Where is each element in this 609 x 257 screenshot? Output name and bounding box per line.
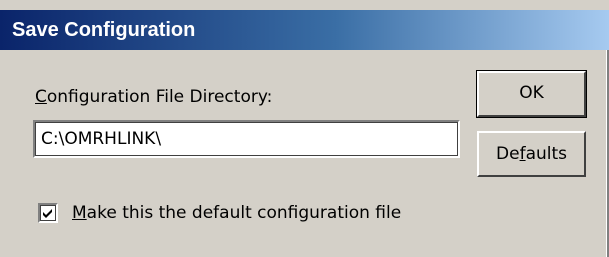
- defaults-label-end: aults: [525, 144, 567, 164]
- directory-label-accelerator: C: [35, 87, 47, 107]
- directory-label-text: onfiguration File Directory:: [46, 87, 273, 107]
- directory-label: Configuration File Directory:: [35, 86, 272, 108]
- defaults-label-start: De: [496, 144, 520, 164]
- save-configuration-dialog: Save Configuration Configuration File Di…: [0, 0, 609, 257]
- default-config-checkbox[interactable]: [38, 203, 58, 223]
- checkmark-icon: [43, 209, 52, 218]
- default-config-label-text: ake this the default configuration file: [86, 203, 402, 223]
- ok-button[interactable]: OK: [476, 70, 587, 118]
- default-config-label[interactable]: Make this the default configuration file: [72, 201, 401, 225]
- directory-input[interactable]: C:\OMRHLINK\: [33, 120, 460, 158]
- defaults-button[interactable]: Defaults: [477, 131, 586, 177]
- title-bar[interactable]: Save Configuration: [0, 10, 609, 50]
- dialog-title: Save Configuration: [12, 19, 196, 41]
- default-config-label-accelerator: M: [72, 203, 87, 223]
